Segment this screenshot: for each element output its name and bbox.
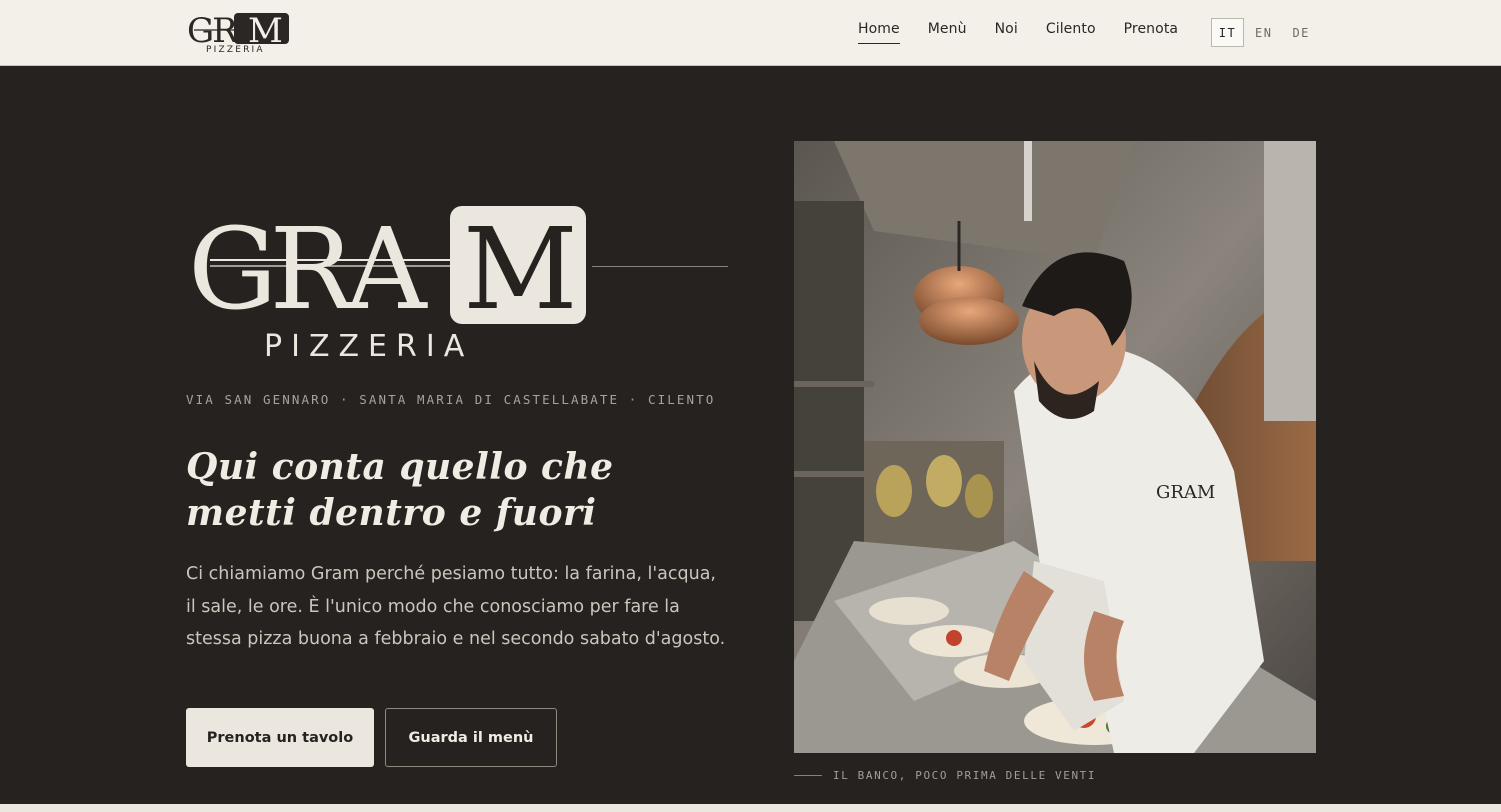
nav-home[interactable]: Home [858, 21, 900, 44]
lang-de[interactable]: DE [1292, 26, 1309, 40]
lang-it[interactable]: IT [1211, 18, 1244, 47]
caption-rule [794, 775, 822, 776]
svg-text:PIZZERIA: PIZZERIA [264, 329, 473, 363]
nav-menu[interactable]: Menù [928, 21, 967, 44]
photo-caption: IL BANCO, POCO PRIMA DELLE VENTI [833, 769, 1097, 782]
view-menu-button[interactable]: Guarda il menù [385, 708, 557, 767]
address-line: VIA SAN GENNARO · SANTA MARIA DI CASTELL… [186, 392, 716, 407]
hero-logo: GRA M PIZZERIA [188, 198, 593, 364]
lang-en[interactable]: EN [1255, 26, 1272, 40]
next-section-edge [0, 804, 1501, 812]
svg-text:PIZZERIA: PIZZERIA [206, 45, 265, 54]
main-nav: Home Menù Noi Cilento Prenota [858, 21, 1206, 44]
headline-line-2: metti dentro e fuori [186, 492, 597, 534]
nav-cilento[interactable]: Cilento [1046, 21, 1096, 44]
svg-text:GRA: GRA [188, 205, 428, 335]
book-table-button[interactable]: Prenota un tavolo [186, 708, 374, 767]
site-header: GRA M PIZZERIA Home Menù Noi Cilento Pre… [0, 0, 1501, 66]
header-logo[interactable]: GRA M PIZZERIA [186, 11, 292, 55]
svg-text:GRAM: GRAM [1156, 482, 1215, 503]
nav-about[interactable]: Noi [995, 21, 1018, 44]
language-switcher: IT EN DE [1211, 18, 1330, 47]
nav-booking[interactable]: Prenota [1124, 21, 1178, 44]
logo-rule [592, 266, 728, 267]
svg-text:M: M [463, 205, 578, 335]
hero-headline: Qui conta quello che metti dentro e fuor… [186, 444, 746, 536]
hero-description: Ci chiamiamo Gram perché pesiamo tutto: … [186, 564, 726, 649]
pizzaiolo-photo: GRAM [794, 141, 1316, 753]
headline-line-1: Qui conta quello che [186, 446, 614, 488]
